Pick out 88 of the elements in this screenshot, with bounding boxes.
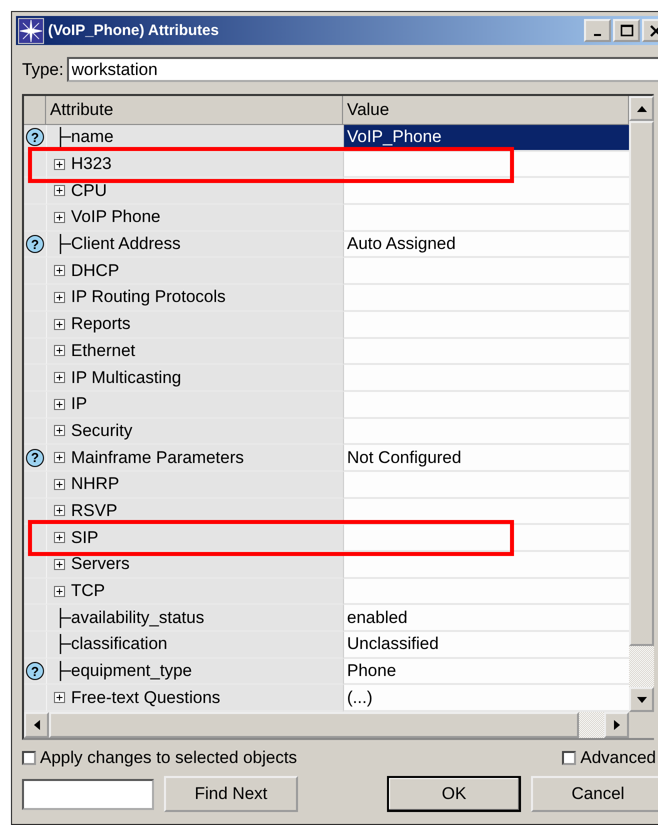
- cancel-button[interactable]: Cancel: [531, 776, 658, 812]
- type-label: Type:: [22, 60, 64, 80]
- value-cell[interactable]: [343, 525, 629, 552]
- expand-icon[interactable]: [54, 505, 65, 516]
- horizontal-scrollbar[interactable]: [24, 712, 654, 738]
- window-title: (VoIP_Phone) Attributes: [48, 22, 220, 39]
- value-cell[interactable]: [343, 338, 629, 366]
- attribute-name[interactable]: TCP: [71, 581, 105, 602]
- attribute-name[interactable]: SIP: [71, 528, 98, 548]
- scroll-down-button[interactable]: [629, 687, 654, 712]
- attribute-name[interactable]: Servers: [71, 554, 130, 574]
- up-arrow-icon: [636, 104, 648, 112]
- maximize-button[interactable]: [613, 19, 640, 42]
- value-cell[interactable]: [343, 418, 629, 446]
- star-icon: [18, 18, 44, 44]
- ok-button[interactable]: OK: [387, 776, 521, 812]
- help-icon[interactable]: ?: [26, 235, 44, 254]
- value-cell[interactable]: [343, 472, 629, 499]
- value-cell[interactable]: [343, 285, 629, 312]
- expand-icon[interactable]: [54, 452, 65, 464]
- checkbox[interactable]: [562, 751, 576, 766]
- search-field[interactable]: [22, 778, 154, 810]
- attribute-name[interactable]: NHRP: [71, 474, 120, 494]
- checkbox-label[interactable]: Apply changes to selected objects: [40, 748, 298, 768]
- expand-icon[interactable]: [54, 558, 65, 570]
- value-cell[interactable]: [343, 578, 629, 606]
- attribute-name[interactable]: RSVP: [71, 500, 118, 521]
- down-arrow-icon: [636, 696, 648, 704]
- tree-line-icon: [59, 234, 71, 254]
- help-icon[interactable]: ?: [26, 662, 44, 680]
- find-next-button[interactable]: Find Next: [164, 776, 298, 812]
- scroll-left-button[interactable]: [24, 712, 49, 738]
- tree-line-icon: [59, 608, 71, 628]
- expand-icon[interactable]: [54, 212, 65, 223]
- attribute-name[interactable]: Security: [71, 420, 132, 441]
- checkbox-label[interactable]: Advanced: [580, 748, 656, 768]
- scroll-thumb[interactable]: [49, 712, 579, 738]
- value-cell[interactable]: enabled: [343, 605, 629, 632]
- value-cell[interactable]: [343, 392, 629, 419]
- expand-icon[interactable]: [54, 425, 65, 436]
- expand-icon[interactable]: [54, 318, 65, 330]
- maximize-icon: [620, 24, 634, 38]
- expand-icon[interactable]: [54, 398, 65, 410]
- attribute-name[interactable]: name: [71, 127, 114, 148]
- attribute-name[interactable]: H323: [71, 154, 112, 174]
- attribute-name[interactable]: CPU: [71, 180, 107, 201]
- value-cell[interactable]: [343, 365, 629, 392]
- type-field[interactable]: workstation: [66, 57, 658, 82]
- value-cell[interactable]: [343, 258, 629, 286]
- value-cell[interactable]: Not Configured: [343, 445, 629, 472]
- left-arrow-icon: [32, 719, 40, 732]
- expand-icon[interactable]: [54, 345, 65, 356]
- value-cell[interactable]: [343, 178, 629, 206]
- attribute-name[interactable]: IP: [71, 394, 88, 414]
- tree-line-icon: [59, 661, 71, 682]
- attribute-name[interactable]: Reports: [71, 314, 131, 334]
- expand-icon[interactable]: [54, 372, 65, 384]
- expand-icon[interactable]: [54, 478, 65, 490]
- expand-icon[interactable]: [54, 158, 65, 170]
- attribute-name[interactable]: DHCP: [71, 260, 120, 281]
- expand-icon[interactable]: [54, 265, 65, 276]
- checkbox[interactable]: [22, 751, 36, 766]
- column-header[interactable]: Value: [343, 96, 629, 125]
- value-cell[interactable]: [343, 312, 629, 338]
- expand-icon[interactable]: [54, 292, 65, 303]
- scroll-track[interactable]: [579, 712, 604, 738]
- help-icon[interactable]: ?: [26, 128, 44, 146]
- column-header[interactable]: Attribute: [46, 96, 343, 125]
- scroll-right-button[interactable]: [604, 712, 629, 738]
- expand-icon[interactable]: [54, 532, 65, 544]
- tree-line-icon: [59, 634, 71, 654]
- value-cell[interactable]: (...): [343, 685, 629, 712]
- value-cell[interactable]: Unclassified: [343, 632, 629, 659]
- value-cell[interactable]: [343, 152, 629, 178]
- scroll-up-button[interactable]: [629, 96, 654, 121]
- value-cell[interactable]: [343, 205, 629, 232]
- tree-line-icon: [59, 127, 71, 148]
- value-cell[interactable]: Phone: [343, 658, 629, 686]
- minimize-button[interactable]: [584, 19, 611, 42]
- expand-icon[interactable]: [54, 185, 65, 196]
- help-icon[interactable]: ?: [26, 448, 44, 467]
- value-cell[interactable]: VoIP_Phone: [343, 125, 629, 152]
- minimize-icon: [594, 34, 601, 36]
- attribute-name[interactable]: Ethernet: [71, 340, 136, 361]
- expand-icon[interactable]: [54, 586, 65, 597]
- value-cell[interactable]: Auto Assigned: [343, 232, 629, 258]
- expand-icon[interactable]: [54, 692, 65, 704]
- right-arrow-icon: [612, 719, 620, 732]
